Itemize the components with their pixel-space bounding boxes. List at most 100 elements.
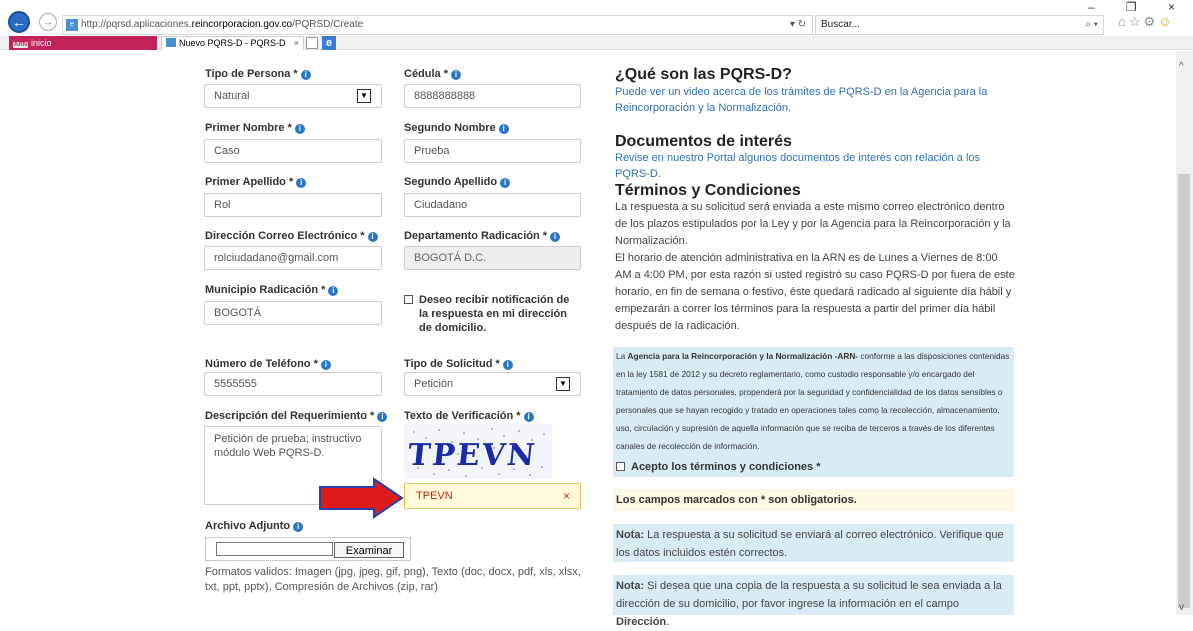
close-icon[interactable]: × <box>294 37 299 50</box>
tipo-solicitud-value: Petición <box>414 378 454 390</box>
toolbar-icons: ⌂☆⚙☺ <box>1118 14 1174 30</box>
file-formats-text: Formatos validos: Imagen (jpg, jpeg, gif… <box>205 566 581 593</box>
email-field[interactable]: rolciudadano@gmail.com <box>204 246 382 270</box>
municipio-label: Municipio Radicación * i <box>205 284 339 296</box>
tipo-solicitud-select[interactable]: Petición ▼ <box>404 372 581 396</box>
documentos-title: Documentos de interés <box>615 133 792 150</box>
dropdown-arrow-icon: ▼ <box>556 377 570 391</box>
site-favicon-icon: e <box>66 19 78 31</box>
back-arrow-icon[interactable]: ← <box>8 11 30 33</box>
segundo-nombre-label: Segundo Nombre i <box>404 122 509 134</box>
info-icon: i <box>294 124 305 134</box>
checkbox-icon[interactable] <box>616 462 625 471</box>
star-icon[interactable]: ☆ <box>1129 14 1144 29</box>
required-fields-note: Los campos marcados con * son obligatori… <box>613 489 1014 511</box>
info-icon: i <box>296 178 307 188</box>
municipio-field[interactable]: BOGOTÁ <box>204 301 382 325</box>
nota-domicilio: Nota: Si desea que una copia de la respu… <box>613 575 1014 628</box>
departamento-field: BOGOTÁ D.C. <box>404 246 581 270</box>
tab-bar: ARN inicio Nuevo PQRS-D - PQRS-D × e <box>0 36 1193 50</box>
info-icon: i <box>498 124 509 134</box>
primer-apellido-label: Primer Apellido * i <box>205 176 307 188</box>
browser-toolbar: ← → e http://pqrsd.aplicaciones.reincorp… <box>0 0 1193 35</box>
nota-correo: Nota: La respuesta a su solicitud se env… <box>613 524 1014 562</box>
segundo-apellido-label: Segundo Apellido i <box>404 176 511 188</box>
segundo-apellido-field[interactable]: Ciudadano <box>404 193 581 217</box>
notificacion-text: Deseo recibir notificación de la respues… <box>419 294 570 334</box>
telefono-label: Número de Teléfono * i <box>205 358 331 370</box>
terminos-paragraph-2: El horario de atención administrativa en… <box>615 252 1015 332</box>
info-icon: i <box>320 360 331 370</box>
info-icon: i <box>300 70 311 80</box>
tab-favicon-icon <box>166 38 176 47</box>
telefono-field[interactable]: 5555555 <box>204 372 382 396</box>
tipo-solicitud-label: Tipo de Solicitud * i <box>404 358 513 370</box>
acepto-terminos-checkbox[interactable]: Acepto los términos y condiciones * <box>616 461 821 473</box>
segundo-nombre-field[interactable]: Prueba <box>404 139 581 163</box>
verification-value: TPEVN <box>416 490 453 502</box>
scroll-thumb[interactable] <box>1178 174 1190 608</box>
url-prefix: http://pqrsd.aplicaciones. <box>81 19 192 30</box>
scrollbar[interactable]: ^ v <box>1176 51 1193 615</box>
clear-icon[interactable]: × <box>563 484 570 508</box>
cedula-field[interactable]: 8888888888 <box>404 84 581 108</box>
favorite-inicio[interactable]: ARN inicio <box>9 36 157 50</box>
info-icon: i <box>500 178 511 188</box>
search-placeholder: Buscar... <box>821 19 860 30</box>
notificacion-checkbox-label[interactable]: Deseo recibir notificación de la respues… <box>404 293 579 335</box>
info-icon: i <box>550 232 561 242</box>
new-tab-button[interactable] <box>306 37 318 49</box>
info-icon: i <box>293 522 304 532</box>
forward-arrow-icon[interactable]: → <box>39 13 57 31</box>
correo-label: Dirección Correo Electrónico * i <box>205 230 378 242</box>
primer-nombre-label: Primer Nombre * i <box>205 122 305 134</box>
info-icon: i <box>367 232 378 242</box>
gear-icon[interactable]: ⚙ <box>1144 14 1159 29</box>
dropdown-arrow-icon: ▼ <box>357 89 371 103</box>
search-input[interactable]: Buscar... ⌕ ▾ <box>815 15 1104 35</box>
red-arrow-icon <box>319 477 404 519</box>
search-icon[interactable]: ⌕ ▾ <box>1085 16 1098 34</box>
favorite-badge: ARN <box>13 42 28 48</box>
documentos-link[interactable]: Revise en nuestro Portal algunos documen… <box>615 150 1015 182</box>
examinar-button[interactable]: Examinar <box>334 542 404 558</box>
privacy-notice: La Agencia para la Reincorporación y la … <box>613 347 1014 477</box>
verification-field[interactable]: TPEVN × <box>404 483 581 509</box>
favorite-label: inicio <box>31 38 52 48</box>
video-link[interactable]: Puede ver un video acerca de los trámite… <box>615 84 1005 116</box>
smiley-icon[interactable]: ☺ <box>1158 14 1174 29</box>
home-icon[interactable]: ⌂ <box>1118 14 1129 29</box>
tab-nuevo-pqrs[interactable]: Nuevo PQRS-D - PQRS-D × <box>161 36 304 50</box>
adjunto-label: Archivo Adjunto i <box>205 520 304 532</box>
checkbox-icon[interactable] <box>404 295 413 304</box>
info-icon: i <box>523 412 534 422</box>
url-host: reincorporacion.gov.co <box>191 19 293 30</box>
address-bar[interactable]: e http://pqrsd.aplicaciones.reincorporac… <box>62 15 813 35</box>
primer-nombre-field[interactable]: Caso <box>204 139 382 163</box>
file-upload[interactable]: Examinar <box>205 537 411 561</box>
ie-icon[interactable]: e <box>322 36 336 50</box>
terminos-title: Términos y Condiciones <box>615 182 801 199</box>
captcha-text: TPEVN <box>406 438 539 473</box>
primer-apellido-field[interactable]: Rol <box>204 193 382 217</box>
info-icon: i <box>328 286 339 296</box>
privacy-text: La Agencia para la Reincorporación y la … <box>616 351 1010 451</box>
descripcion-label: Descripción del Requerimiento * i <box>205 410 388 422</box>
file-path-field[interactable] <box>216 542 333 556</box>
info-icon: i <box>502 360 513 370</box>
scroll-up-icon[interactable]: ^ <box>1179 61 1184 72</box>
cedula-label: Cédula * i <box>404 68 462 80</box>
captcha-image: TPEVN <box>404 424 552 479</box>
tipo-persona-label: Tipo de Persona * i <box>205 68 311 80</box>
tipo-persona-select[interactable]: Natural ▼ <box>204 84 382 108</box>
tab-title: Nuevo PQRS-D - PQRS-D <box>179 38 286 48</box>
url-path: /PQRSD/Create <box>292 19 364 30</box>
departamento-label: Departamento Radicación * i <box>404 230 561 242</box>
info-icon: i <box>377 412 388 422</box>
acepto-label: Acepto los términos y condiciones * <box>631 461 821 473</box>
scroll-down-icon[interactable]: v <box>1179 602 1184 613</box>
refresh-icon[interactable]: ▾ ↻ <box>790 16 806 34</box>
verificacion-label: Texto de Verificación * i <box>404 410 534 422</box>
que-son-title: ¿Qué son las PQRS-D? <box>615 66 792 83</box>
window-controls[interactable]: – ❐ × <box>1088 0 1189 14</box>
